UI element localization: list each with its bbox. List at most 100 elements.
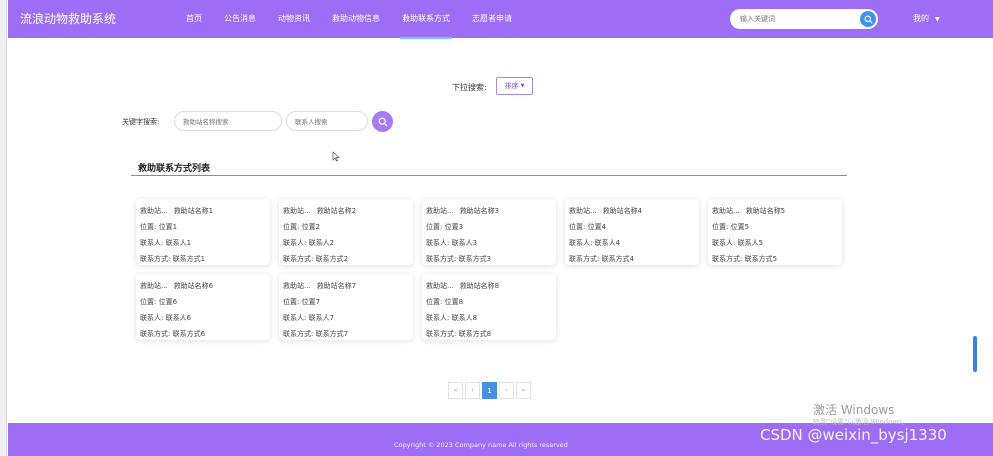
phone-row: 联系方式: 联系方式5 <box>712 251 842 267</box>
phone-value: 联系方式5 <box>744 255 778 263</box>
header-search-button[interactable] <box>860 11 876 27</box>
station-row: 救助站... 救助站名称3 <box>426 203 556 219</box>
phone-value: 联系方式3 <box>458 255 492 263</box>
contact-label: 联系人: <box>426 314 450 322</box>
position-row: 位置: 位置6 <box>140 294 270 310</box>
position-label: 位置: <box>140 223 157 231</box>
contact-value: 联系人6 <box>165 314 192 322</box>
position-row: 位置: 位置1 <box>140 219 270 235</box>
position-label: 位置: <box>140 298 157 306</box>
search-icon <box>378 117 387 126</box>
contact-card[interactable]: 救助站... 救助站名称1 位置: 位置1 联系人: 联系人1 联系方式: 联系方… <box>136 199 270 265</box>
windows-activation-title: 激活 Windows <box>813 403 895 417</box>
phone-value: 联系方式6 <box>172 330 206 338</box>
contact-search-input[interactable] <box>295 116 361 128</box>
keyword-search-button[interactable] <box>372 111 393 132</box>
station-row: 救助站... 救助站名称4 <box>569 203 699 219</box>
pagination-first-button[interactable]: « <box>448 382 463 399</box>
site-brand[interactable]: 流浪动物救助系统 <box>20 10 116 27</box>
phone-value: 联系方式4 <box>601 255 635 263</box>
contact-row: 联系人: 联系人5 <box>712 235 842 251</box>
contact-card[interactable]: 救助站... 救助站名称2 位置: 位置2 联系人: 联系人2 联系方式: 联系方… <box>279 199 413 265</box>
phone-row: 联系方式: 联系方式7 <box>283 326 413 342</box>
pagination-page-1[interactable]: 1 <box>482 382 497 399</box>
contact-card[interactable]: 救助站... 救助站名称8 位置: 位置8 联系人: 联系人8 联系方式: 联系方… <box>422 274 556 340</box>
nav-home[interactable]: 首页 <box>186 13 202 24</box>
station-label: 救助站... <box>140 282 168 290</box>
keyword-search-label: 关键字搜索: <box>122 118 160 126</box>
station-label: 救助站... <box>140 207 168 215</box>
position-label: 位置: <box>426 298 443 306</box>
header-search-input[interactable] <box>740 13 850 25</box>
nav-animal-news[interactable]: 动物资讯 <box>278 13 310 24</box>
phone-row: 联系方式: 联系方式2 <box>283 251 413 267</box>
position-label: 位置: <box>426 223 443 231</box>
position-label: 位置: <box>283 223 300 231</box>
contact-label: 联系人: <box>140 314 164 322</box>
station-value: 救助站名称8 <box>459 282 500 290</box>
contact-row: 联系人: 联系人3 <box>426 235 556 251</box>
station-row: 救助站... 救助站名称8 <box>426 278 556 294</box>
nav-announcements[interactable]: 公告消息 <box>224 13 256 24</box>
copyright-text: Copyright © 2023 Company name All rights… <box>394 441 568 449</box>
contact-value: 联系人7 <box>308 314 335 322</box>
sort-dropdown-button[interactable]: 排序 ▼ <box>496 77 533 95</box>
nav-volunteer-application[interactable]: 志愿者申请 <box>472 13 512 24</box>
station-name-search-input[interactable] <box>183 116 273 128</box>
position-row: 位置: 位置8 <box>426 294 556 310</box>
phone-label: 联系方式: <box>140 255 171 263</box>
station-label: 救助站... <box>712 207 740 215</box>
contact-card[interactable]: 救助站... 救助站名称3 位置: 位置3 联系人: 联系人3 联系方式: 联系方… <box>422 199 556 265</box>
contact-value: 联系人5 <box>737 239 764 247</box>
position-label: 位置: <box>569 223 586 231</box>
phone-value: 联系方式1 <box>172 255 206 263</box>
pagination-last-button[interactable]: » <box>516 382 531 399</box>
station-label: 救助站... <box>283 207 311 215</box>
station-row: 救助站... 救助站名称6 <box>140 278 270 294</box>
contact-label: 联系人: <box>712 239 736 247</box>
contact-row: 联系人: 联系人2 <box>283 235 413 251</box>
phone-label: 联系方式: <box>426 330 457 338</box>
pagination-prev-button[interactable]: ‹ <box>465 382 480 399</box>
station-row: 救助站... 救助站名称2 <box>283 203 413 219</box>
pagination-next-button[interactable]: › <box>499 382 514 399</box>
phone-row: 联系方式: 联系方式8 <box>426 326 556 342</box>
phone-label: 联系方式: <box>283 330 314 338</box>
contact-card[interactable]: 救助站... 救助站名称7 位置: 位置7 联系人: 联系人7 联系方式: 联系方… <box>279 274 413 340</box>
position-value: 位置5 <box>730 223 750 231</box>
page: 流浪动物救助系统 首页 公告消息 动物资讯 救助动物信息 救助联系方式 志愿者申… <box>8 0 993 456</box>
phone-row: 联系方式: 联系方式4 <box>569 251 699 267</box>
station-value: 救助站名称3 <box>459 207 500 215</box>
top-navbar: 流浪动物救助系统 首页 公告消息 动物资讯 救助动物信息 救助联系方式 志愿者申… <box>8 0 993 39</box>
contact-row: 联系人: 联系人6 <box>140 310 270 326</box>
contact-card[interactable]: 救助站... 救助站名称5 位置: 位置5 联系人: 联系人5 联系方式: 联系方… <box>708 199 842 265</box>
contact-value: 联系人1 <box>165 239 192 247</box>
station-label: 救助站... <box>426 207 454 215</box>
nav-rescue-contacts[interactable]: 救助联系方式 <box>400 13 452 39</box>
station-value: 救助站名称7 <box>316 282 357 290</box>
position-value: 位置3 <box>444 223 464 231</box>
phone-label: 联系方式: <box>426 255 457 263</box>
user-menu-label: 我的 <box>913 14 929 23</box>
contact-label: 联系人: <box>140 239 164 247</box>
phone-label: 联系方式: <box>283 255 314 263</box>
phone-row: 联系方式: 联系方式6 <box>140 326 270 342</box>
contact-label: 联系人: <box>283 314 307 322</box>
contact-card[interactable]: 救助站... 救助站名称4 位置: 位置4 联系人: 联系人4 联系方式: 联系方… <box>565 199 699 265</box>
user-menu[interactable]: 我的 ▼ <box>913 13 940 24</box>
phone-row: 联系方式: 联系方式3 <box>426 251 556 267</box>
header-search <box>730 9 878 29</box>
list-title: 救助联系方式列表 <box>138 164 211 174</box>
pagination: « ‹ 1 › » <box>448 382 533 399</box>
nav-rescued-animals[interactable]: 救助动物信息 <box>332 13 380 24</box>
station-search-field <box>174 111 282 131</box>
phone-label: 联系方式: <box>569 255 600 263</box>
position-row: 位置: 位置4 <box>569 219 699 235</box>
contact-search-field <box>286 111 368 131</box>
station-value: 救助站名称4 <box>602 207 643 215</box>
contact-value: 联系人4 <box>594 239 621 247</box>
csdn-watermark: CSDN @weixin_bysj1330 <box>760 426 947 444</box>
side-float-tab[interactable] <box>973 336 977 372</box>
contact-card[interactable]: 救助站... 救助站名称6 位置: 位置6 联系人: 联系人6 联系方式: 联系方… <box>136 274 270 340</box>
sort-label: 排序 <box>504 82 519 90</box>
